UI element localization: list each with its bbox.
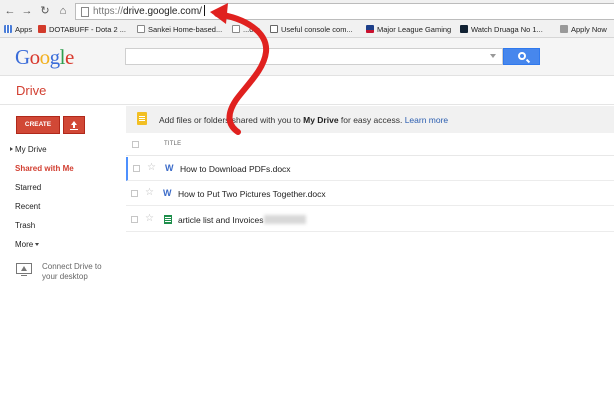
- dotabuff-icon: [38, 25, 46, 33]
- bookmarks-bar: Apps DOTABUFF - Dota 2 ... Sankei Home-b…: [0, 22, 614, 38]
- page-title[interactable]: Drive: [16, 84, 46, 98]
- anime-icon: [460, 25, 468, 33]
- connect-drive-text: Connect Drive to your desktop: [42, 262, 102, 281]
- word-doc-icon: W: [165, 163, 174, 173]
- select-all-checkbox[interactable]: [132, 141, 139, 148]
- search-button[interactable]: [503, 48, 540, 65]
- sidebar-item-my-drive[interactable]: My Drive: [15, 145, 47, 155]
- monitor-icon: [16, 263, 32, 274]
- file-list-header: TITLE: [126, 134, 614, 156]
- file-row[interactable]: ☆ article list and Invoices: [126, 208, 614, 232]
- file-name[interactable]: How to Download PDFs.docx: [180, 164, 291, 174]
- upload-icon-base: [70, 129, 78, 130]
- mlg-icon: [366, 25, 374, 33]
- star-icon[interactable]: ☆: [145, 213, 154, 225]
- search-options-caret-icon[interactable]: [490, 54, 496, 58]
- home-icon[interactable]: ⌂: [56, 4, 70, 18]
- upload-icon-stem: [73, 125, 75, 128]
- expand-triangle-icon[interactable]: [10, 147, 13, 151]
- t-icon: [270, 25, 278, 33]
- browser-nav-row: ← → ↻ ⌂ https://drive.google.com/: [0, 0, 614, 22]
- sidebar-item-recent[interactable]: Recent: [15, 202, 40, 212]
- bookmark-dotabuff[interactable]: DOTABUFF - Dota 2 ...: [38, 24, 126, 36]
- learn-more-link[interactable]: Learn more: [405, 115, 448, 125]
- page-icon: [137, 25, 145, 33]
- star-icon[interactable]: ☆: [145, 187, 154, 199]
- star-icon[interactable]: ☆: [147, 162, 156, 174]
- row-checkbox[interactable]: [131, 190, 138, 197]
- bookmark-mlg[interactable]: Major League Gaming: [366, 24, 451, 36]
- create-button[interactable]: CREATE: [16, 116, 60, 134]
- bookmark-sankei[interactable]: Sankei Home-based...: [137, 24, 222, 36]
- connect-drive-link[interactable]: Connect Drive to your desktop: [16, 262, 116, 286]
- sidebar-item-trash[interactable]: Trash: [15, 221, 35, 231]
- file-name[interactable]: article list and Invoices: [178, 215, 264, 225]
- page-icon: [232, 25, 240, 33]
- bookmark-apps[interactable]: Apps: [4, 24, 32, 36]
- upload-button[interactable]: [63, 116, 85, 134]
- drive-logo-icon: [21, 266, 27, 271]
- drive-title-bar: Drive: [0, 77, 614, 105]
- file-row[interactable]: ☆ W How to Put Two Pictures Together.doc…: [126, 182, 614, 206]
- word-doc-icon: W: [163, 188, 172, 198]
- bookmark-work[interactable]: ...ork: [232, 24, 260, 36]
- apps-grid-icon: [4, 25, 12, 33]
- url-text: https://drive.google.com/: [93, 5, 205, 19]
- more-label: More: [15, 240, 34, 249]
- address-bar[interactable]: https://drive.google.com/: [75, 3, 614, 20]
- back-arrow-icon[interactable]: ←: [3, 4, 17, 18]
- sidebar-item-more[interactable]: More: [15, 240, 40, 250]
- monitor-stand: [21, 275, 27, 276]
- search-icon: [518, 52, 526, 60]
- redacted-text: [264, 215, 306, 224]
- text-cursor: [203, 5, 205, 16]
- notice-text: Add files or folders shared with you to …: [159, 115, 449, 125]
- google-logo[interactable]: Google: [15, 45, 74, 69]
- file-name[interactable]: How to Put Two Pictures Together.docx: [178, 189, 326, 199]
- shared-notice-banner: Add files or folders shared with you to …: [126, 106, 614, 133]
- bookmark-apply[interactable]: Apply Now: [560, 24, 607, 36]
- sidebar-item-shared-with-me[interactable]: Shared with Me: [15, 164, 74, 174]
- row-checkbox[interactable]: [131, 216, 138, 223]
- browser-chrome: ← → ↻ ⌂ https://drive.google.com/ Apps D…: [0, 0, 614, 38]
- google-header: Google: [0, 38, 614, 76]
- page-icon: [81, 7, 89, 17]
- forward-arrow-icon[interactable]: →: [20, 4, 34, 18]
- file-row[interactable]: ☆ W How to Download PDFs.docx: [126, 157, 614, 181]
- apple-icon: [560, 25, 568, 33]
- spreadsheet-icon: [164, 215, 172, 224]
- column-header-title[interactable]: TITLE: [164, 141, 181, 147]
- document-icon: [137, 112, 147, 125]
- bookmark-druaga[interactable]: Watch Druaga No 1...: [460, 24, 543, 36]
- sidebar-item-starred[interactable]: Starred: [15, 183, 41, 193]
- row-checkbox[interactable]: [133, 165, 140, 172]
- search-input[interactable]: [125, 48, 503, 65]
- bookmark-console[interactable]: Useful console com...: [270, 24, 353, 36]
- reload-icon[interactable]: ↻: [38, 4, 52, 18]
- chevron-down-icon: [35, 243, 40, 246]
